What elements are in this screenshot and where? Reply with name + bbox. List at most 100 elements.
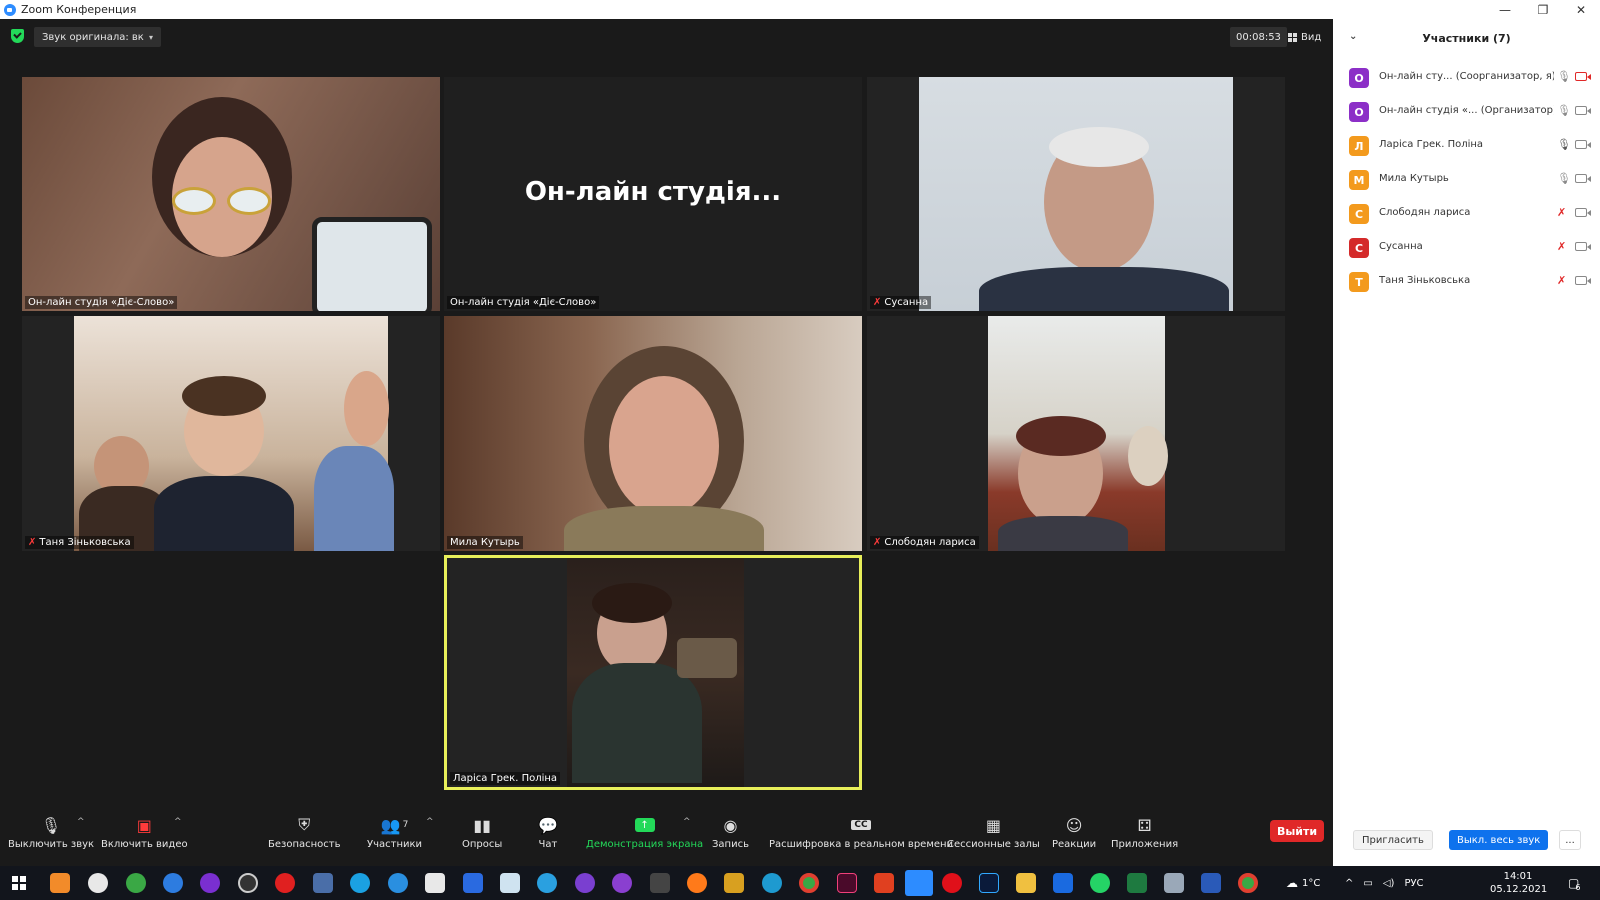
app-icon[interactable]	[313, 873, 333, 893]
app-icon[interactable]	[463, 873, 483, 893]
original-sound-button[interactable]: Звук оригинала: вкл.	[34, 27, 162, 47]
participant-row[interactable]: О Он-лайн студія «... (Организатор) 🎙	[1333, 95, 1600, 129]
participant-row[interactable]: С Слободян лариса ✗	[1333, 197, 1600, 231]
video-tile-sloboda[interactable]: ✗ Слободян лариса	[867, 316, 1285, 551]
indesign-icon[interactable]	[837, 873, 857, 893]
video-off-icon: ▣	[136, 815, 152, 835]
obs-icon[interactable]	[238, 873, 258, 893]
video-options-caret[interactable]: ^	[174, 817, 182, 827]
participant-row[interactable]: Т Таня Зіньковська ✗	[1333, 265, 1600, 299]
system-tray[interactable]: ^ ▭ ◁) РУС	[1345, 866, 1424, 900]
excel-icon[interactable]	[1127, 873, 1147, 893]
camera-icon[interactable]	[1575, 242, 1591, 251]
camera-icon[interactable]	[1575, 140, 1591, 149]
skype-icon[interactable]	[350, 873, 370, 893]
microphone-icon[interactable]: 🎙	[1557, 172, 1571, 185]
collapse-chevron-icon[interactable]: ⌄	[1349, 31, 1357, 42]
chat-button[interactable]: 💬 Чат	[538, 813, 558, 851]
invite-button[interactable]: Пригласить	[1353, 830, 1433, 850]
video-tile-studio[interactable]: Он-лайн студія... Он-лайн студія «Діє-Сл…	[444, 77, 862, 311]
avatar: О	[1349, 68, 1369, 88]
avatar: Л	[1349, 136, 1369, 156]
windows-start-icon[interactable]	[12, 876, 26, 890]
record-app-icon[interactable]	[275, 873, 295, 893]
more-options-button[interactable]: ...	[1559, 830, 1581, 850]
app-icon[interactable]	[612, 873, 632, 893]
participant-row[interactable]: О Он-лайн сту... (Соорганизатор, я) 🎙	[1333, 61, 1600, 95]
polls-button[interactable]: ▮▮ Опросы	[462, 813, 502, 851]
photoshop-icon[interactable]	[979, 873, 999, 893]
app-icon[interactable]	[88, 873, 108, 893]
microphone-active-icon[interactable]: 🎙	[1557, 138, 1571, 151]
breakout-rooms-button[interactable]: ▦ Сессионные залы	[947, 813, 1040, 851]
chrome-icon[interactable]	[799, 873, 819, 893]
close-button[interactable]: ✕	[1562, 0, 1600, 19]
leave-button[interactable]: Выйти	[1270, 820, 1324, 842]
app-icon[interactable]	[874, 873, 894, 893]
participants-button[interactable]: 👥 7 Участники	[367, 813, 422, 851]
mute-all-button[interactable]: Выкл. весь звук	[1449, 830, 1549, 850]
video-tile-tanya[interactable]: ✗ Таня Зіньковська	[22, 316, 440, 551]
keyboard-language[interactable]: РУС	[1404, 878, 1423, 889]
app-icon[interactable]	[425, 873, 445, 893]
muted-mic-icon[interactable]: ✗	[1557, 206, 1566, 219]
calculator-icon[interactable]	[1164, 873, 1184, 893]
notifications-button[interactable]: ▢ 6	[1568, 866, 1580, 900]
volume-icon[interactable]: ◁)	[1383, 878, 1395, 889]
microphone-icon[interactable]: 🎙	[1557, 70, 1571, 83]
camera-off-icon[interactable]	[1575, 72, 1591, 81]
video-tile-mila[interactable]: Мила Кутырь	[444, 316, 862, 551]
teamviewer-icon[interactable]	[388, 873, 408, 893]
weather-widget[interactable]: ☁ 1°C	[1286, 866, 1320, 900]
camera-icon[interactable]	[1575, 208, 1591, 217]
app-icon[interactable]	[1053, 873, 1073, 893]
microphone-icon[interactable]: 🎙	[1557, 104, 1571, 117]
security-button[interactable]: ⛨ Безопасность	[268, 813, 341, 850]
zoom-taskbar-icon[interactable]	[905, 870, 933, 896]
opera-icon[interactable]	[942, 873, 962, 893]
firefox-icon[interactable]	[687, 873, 707, 893]
app-icon[interactable]	[200, 873, 220, 893]
original-sound-dropdown[interactable]: ▾	[144, 27, 158, 47]
utorrent-icon[interactable]	[126, 873, 146, 893]
participants-options-caret[interactable]: ^	[426, 817, 434, 827]
record-button[interactable]: ◉ Запись	[712, 813, 749, 851]
participant-row[interactable]: М Мила Кутырь 🎙	[1333, 163, 1600, 197]
tile-display-name: Он-лайн студія...	[524, 177, 782, 207]
encryption-shield-icon[interactable]	[11, 29, 24, 43]
telegram-icon[interactable]	[537, 873, 557, 893]
video-tile-susanna[interactable]: ✗ Сусанна	[867, 77, 1285, 311]
video-tile-host[interactable]: Он-лайн студія «Діє-Слово»	[22, 77, 440, 311]
reactions-button[interactable]: ☺ Реакции	[1052, 813, 1096, 851]
app-icon[interactable]	[50, 873, 70, 893]
word-icon[interactable]	[1201, 873, 1221, 893]
share-options-caret[interactable]: ^	[683, 817, 691, 827]
video-tile-larisa[interactable]: Ларіса Грек. Поліна	[444, 555, 862, 790]
participant-row[interactable]: С Сусанна ✗	[1333, 231, 1600, 265]
minimize-button[interactable]: —	[1486, 0, 1524, 19]
app-icon[interactable]	[163, 873, 183, 893]
chrome-icon[interactable]	[1238, 873, 1258, 893]
muted-mic-icon[interactable]: ✗	[1557, 240, 1566, 253]
camera-icon[interactable]	[1575, 276, 1591, 285]
app-icon[interactable]	[500, 873, 520, 893]
viber-icon[interactable]	[575, 873, 595, 893]
audio-options-caret[interactable]: ^	[77, 817, 85, 827]
window-controls: — ❐ ✕	[1486, 0, 1600, 19]
camera-icon[interactable]	[1575, 106, 1591, 115]
app-icon[interactable]	[650, 873, 670, 893]
app-icon[interactable]	[724, 873, 744, 893]
participant-row[interactable]: Л Ларіса Грек. Поліна 🎙	[1333, 129, 1600, 163]
chevron-up-icon[interactable]: ^	[1345, 878, 1353, 889]
camera-icon[interactable]	[1575, 174, 1591, 183]
apps-button[interactable]: ⚃ Приложения	[1111, 813, 1178, 851]
file-explorer-icon[interactable]	[1016, 873, 1036, 893]
restore-button[interactable]: ❐	[1524, 0, 1562, 19]
view-button[interactable]: Вид	[1288, 27, 1321, 47]
taskbar-clock[interactable]: 14:01 05.12.2021	[1490, 870, 1547, 896]
muted-mic-icon[interactable]: ✗	[1557, 274, 1566, 287]
edge-icon[interactable]	[762, 873, 782, 893]
live-transcript-button[interactable]: CC Расшифровка в реальном времени	[769, 813, 953, 850]
network-icon[interactable]: ▭	[1363, 878, 1372, 889]
whatsapp-icon[interactable]	[1090, 873, 1110, 893]
